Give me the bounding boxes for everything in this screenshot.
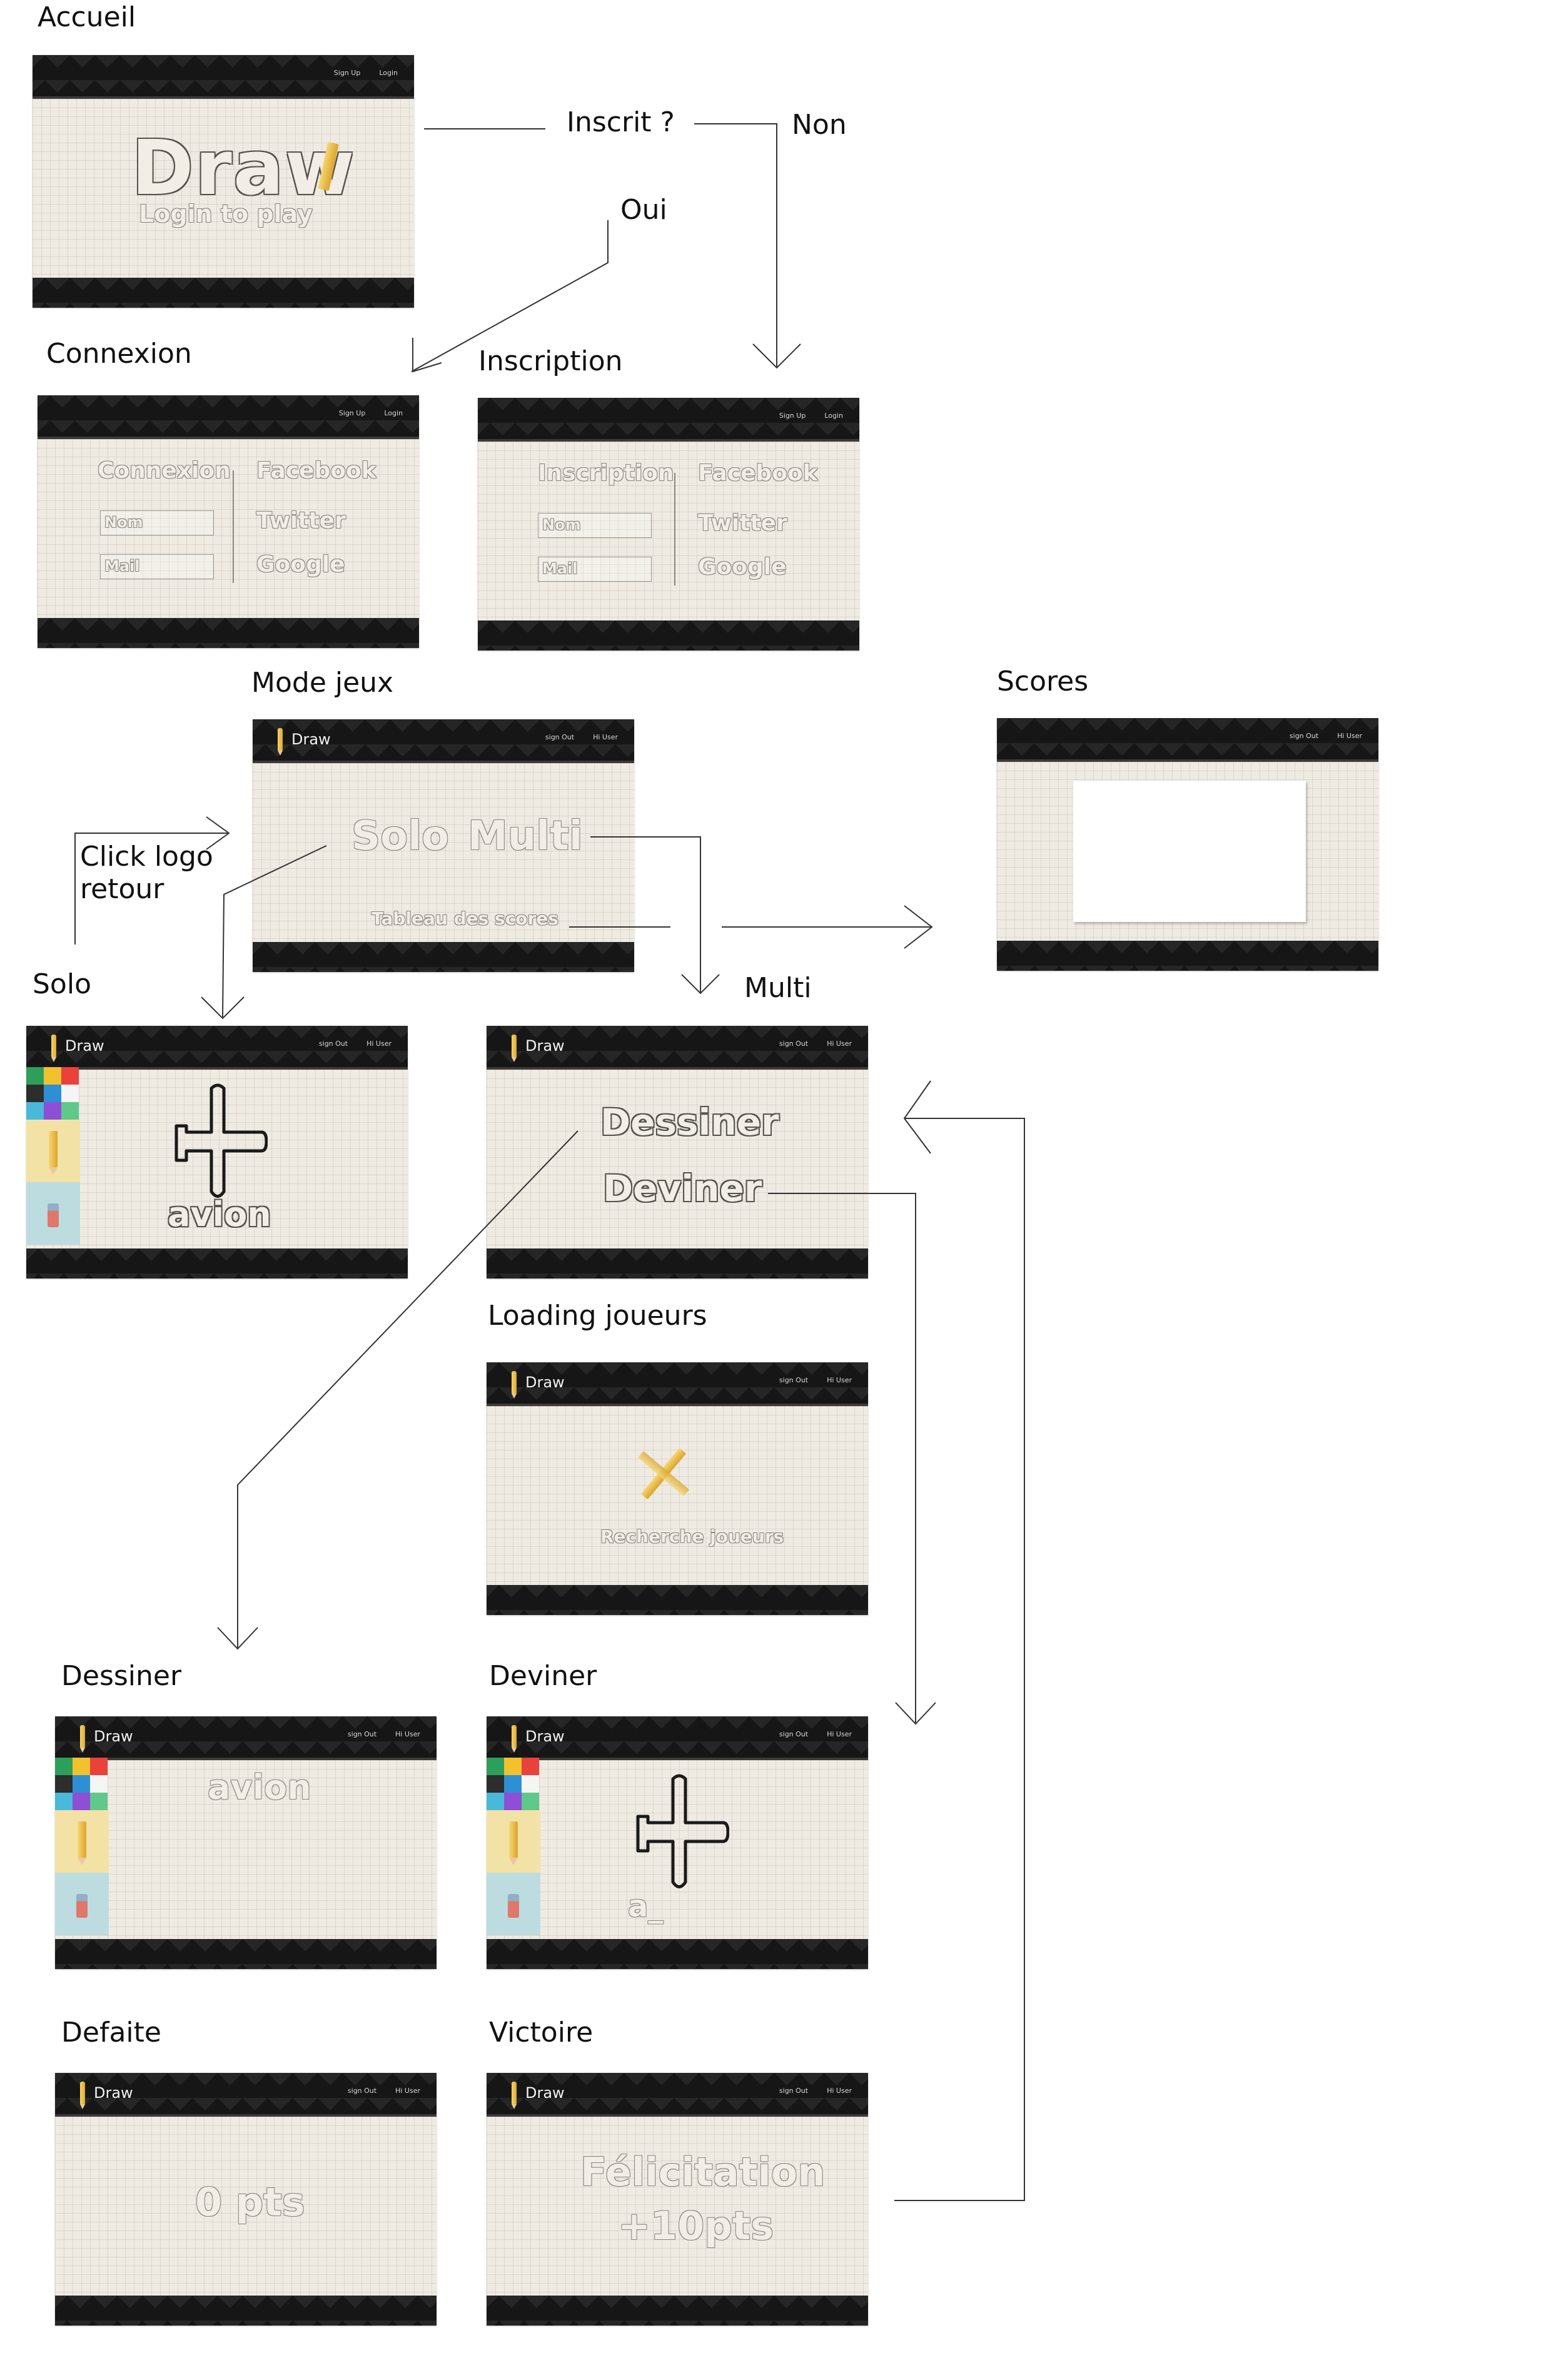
arrow-icon — [903, 1080, 931, 1154]
arrow-icon — [237, 1130, 578, 1648]
arrow-icon — [74, 833, 228, 944]
arrow-icon — [768, 1193, 916, 1723]
arrow-icon — [694, 123, 777, 367]
flow-arrows — [74, 123, 1025, 2201]
arrow-icon — [411, 220, 609, 372]
arrow-icon — [590, 836, 701, 993]
arrow-icon — [222, 845, 327, 1018]
arrow-icon — [412, 338, 442, 373]
arrow-icon — [894, 1118, 1025, 2201]
